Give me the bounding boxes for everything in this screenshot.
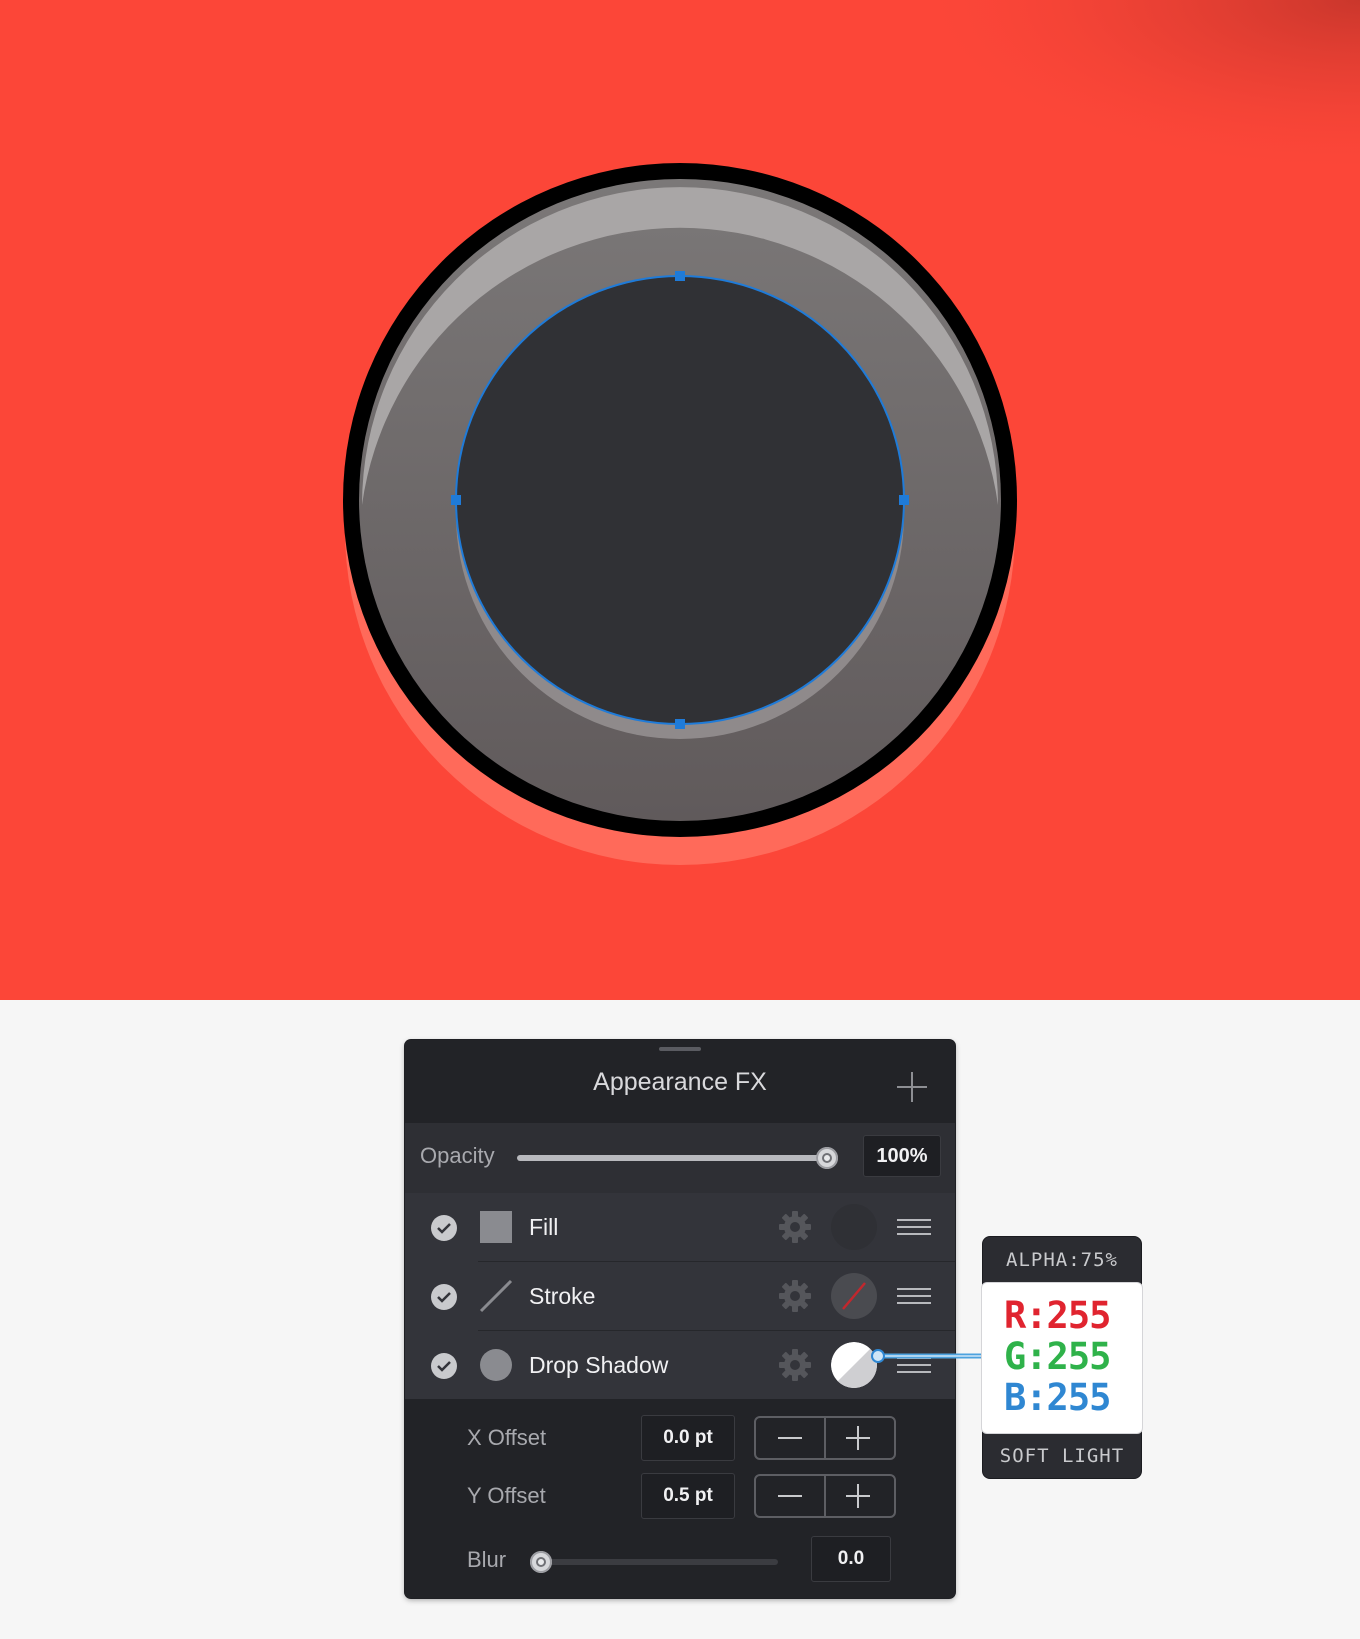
drop-shadow-label: Drop Shadow bbox=[529, 1352, 669, 1378]
callout-connector bbox=[871, 1349, 986, 1363]
effect-layer-list: Fill Stroke Drop Shadow bbox=[405, 1193, 955, 1399]
minus-icon[interactable] bbox=[776, 1427, 804, 1449]
square-fill-icon bbox=[480, 1211, 512, 1243]
gear-icon[interactable] bbox=[778, 1348, 812, 1382]
blue-value: B:255 bbox=[1004, 1376, 1111, 1419]
checkmark-icon bbox=[437, 1361, 451, 1372]
artwork bbox=[0, 0, 1360, 1000]
y-offset-field[interactable]: 0.5 pt bbox=[641, 1473, 735, 1519]
green-value: G:255 bbox=[1004, 1335, 1111, 1378]
red-value: R:255 bbox=[1004, 1294, 1111, 1337]
fill-visibility-check[interactable] bbox=[431, 1215, 457, 1241]
plus-icon[interactable] bbox=[845, 1483, 871, 1509]
hamburger-menu-icon[interactable] bbox=[897, 1286, 931, 1306]
artboard[interactable] bbox=[0, 0, 1360, 1000]
opacity-label: Opacity bbox=[420, 1143, 495, 1168]
stroke-color-swatch[interactable] bbox=[831, 1273, 877, 1319]
x-offset-field[interactable]: 0.0 pt bbox=[641, 1415, 735, 1461]
anchor-top bbox=[675, 271, 685, 281]
alpha-label: ALPHA:75% bbox=[1006, 1249, 1118, 1271]
y-offset-stepper[interactable] bbox=[754, 1474, 896, 1518]
x-offset-stepper[interactable] bbox=[754, 1416, 896, 1460]
x-offset-label: X Offset bbox=[467, 1425, 547, 1450]
plus-icon[interactable] bbox=[845, 1425, 871, 1451]
layer-row-stroke[interactable]: Stroke bbox=[405, 1262, 955, 1330]
anchor-right bbox=[899, 495, 909, 505]
gear-icon[interactable] bbox=[778, 1210, 812, 1244]
blur-slider-knob[interactable] bbox=[530, 1551, 552, 1573]
layer-row-fill[interactable]: Fill bbox=[405, 1193, 955, 1261]
anchor-left bbox=[451, 495, 461, 505]
stroke-visibility-check[interactable] bbox=[431, 1284, 457, 1310]
minus-icon[interactable] bbox=[776, 1485, 804, 1507]
opacity-value-field[interactable]: 100% bbox=[863, 1135, 941, 1177]
checkmark-icon bbox=[437, 1292, 451, 1303]
fill-color-swatch[interactable] bbox=[831, 1204, 877, 1250]
rgb-card: R:255 G:255 B:255 bbox=[982, 1283, 1142, 1433]
drop-shadow-visibility-check[interactable] bbox=[431, 1353, 457, 1379]
drop-shadow-settings: X Offset 0.0 pt Y Offset 0.5 pt Blur 0.0 bbox=[405, 1399, 955, 1598]
panel-title: Appearance FX bbox=[593, 1068, 767, 1096]
button-center bbox=[456, 276, 904, 724]
circle-shadow-icon bbox=[480, 1349, 512, 1381]
blur-label: Blur bbox=[467, 1547, 507, 1572]
plus-icon[interactable] bbox=[895, 1070, 929, 1104]
opacity-slider-knob[interactable] bbox=[816, 1147, 838, 1169]
blur-slider-track[interactable] bbox=[541, 1559, 778, 1565]
opacity-slider-track[interactable] bbox=[517, 1155, 827, 1161]
gear-icon[interactable] bbox=[778, 1279, 812, 1313]
no-color-icon bbox=[842, 1282, 866, 1310]
stroke-line-icon bbox=[479, 1279, 513, 1313]
appearance-panel: Appearance FX Opacity 100% Fill Stroke D… bbox=[405, 1040, 955, 1598]
blend-mode-label: SOFT LIGHT bbox=[999, 1445, 1125, 1467]
fill-label: Fill bbox=[529, 1214, 559, 1240]
checkmark-icon bbox=[437, 1223, 451, 1234]
hamburger-menu-icon[interactable] bbox=[897, 1217, 931, 1237]
color-info-callout: ALPHA:75% R:255 G:255 B:255 SOFT LIGHT bbox=[982, 1237, 1142, 1478]
opacity-row: Opacity 100% bbox=[405, 1123, 955, 1193]
anchor-bottom bbox=[675, 719, 685, 729]
stroke-label: Stroke bbox=[529, 1283, 596, 1309]
blur-value-field[interactable]: 0.0 bbox=[811, 1536, 891, 1582]
y-offset-label: Y Offset bbox=[467, 1483, 546, 1508]
